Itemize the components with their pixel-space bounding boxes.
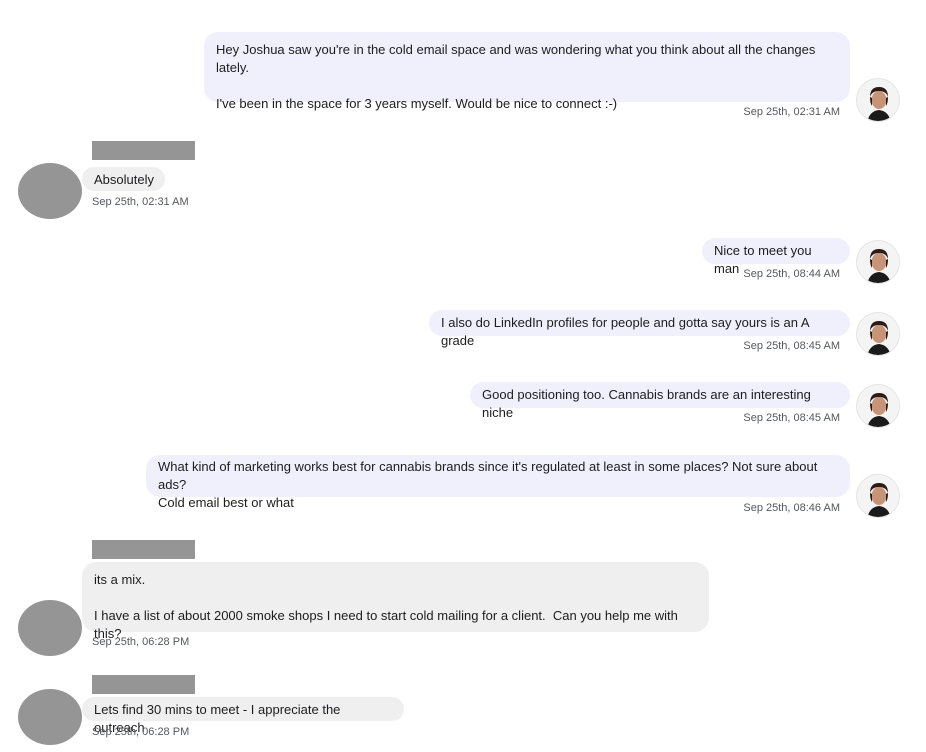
profile-photo-icon bbox=[857, 385, 899, 427]
profile-photo-icon bbox=[857, 475, 899, 517]
sender-avatar[interactable] bbox=[856, 78, 900, 122]
message-timestamp: Sep 25th, 06:28 PM bbox=[92, 636, 190, 648]
profile-photo-icon bbox=[857, 241, 899, 283]
message-timestamp: Sep 25th, 08:46 AM bbox=[743, 502, 840, 514]
sender-avatar[interactable] bbox=[856, 312, 900, 356]
message-timestamp: Sep 25th, 08:44 AM bbox=[743, 268, 840, 280]
message-timestamp: Sep 25th, 02:31 AM bbox=[92, 196, 189, 208]
redacted-sender-name bbox=[92, 675, 195, 694]
message-timestamp: Sep 25th, 08:45 AM bbox=[743, 340, 840, 352]
message-bubble-outgoing: I also do LinkedIn profiles for people a… bbox=[429, 310, 850, 348]
redacted-sender-name bbox=[92, 141, 195, 160]
message-bubble-outgoing: Hey Joshua saw you're in the cold email … bbox=[204, 32, 850, 111]
profile-photo-icon bbox=[857, 313, 899, 355]
message-bubble-outgoing: Nice to meet you man bbox=[702, 238, 850, 276]
sender-avatar[interactable] bbox=[856, 474, 900, 518]
sender-avatar[interactable] bbox=[856, 240, 900, 284]
message-bubble-incoming: Absolutely bbox=[82, 167, 165, 191]
message-bubble-outgoing: What kind of marketing works best for ca… bbox=[146, 455, 850, 510]
message-thread: Hey Joshua saw you're in the cold email … bbox=[0, 0, 926, 752]
message-timestamp: Sep 25th, 08:45 AM bbox=[743, 412, 840, 424]
redacted-avatar bbox=[18, 600, 82, 656]
redacted-sender-name bbox=[92, 540, 195, 559]
message-bubble-incoming: Lets find 30 mins to meet - I appreciate… bbox=[82, 697, 404, 735]
message-bubble-outgoing: Good positioning too. Cannabis brands ar… bbox=[470, 382, 850, 420]
sender-avatar[interactable] bbox=[856, 384, 900, 428]
redacted-avatar bbox=[18, 689, 82, 745]
profile-photo-icon bbox=[857, 79, 899, 121]
message-timestamp: Sep 25th, 06:28 PM bbox=[92, 726, 190, 738]
message-timestamp: Sep 25th, 02:31 AM bbox=[743, 106, 840, 118]
message-bubble-incoming: its a mix. I have a list of about 2000 s… bbox=[82, 562, 709, 641]
redacted-avatar bbox=[18, 163, 82, 219]
